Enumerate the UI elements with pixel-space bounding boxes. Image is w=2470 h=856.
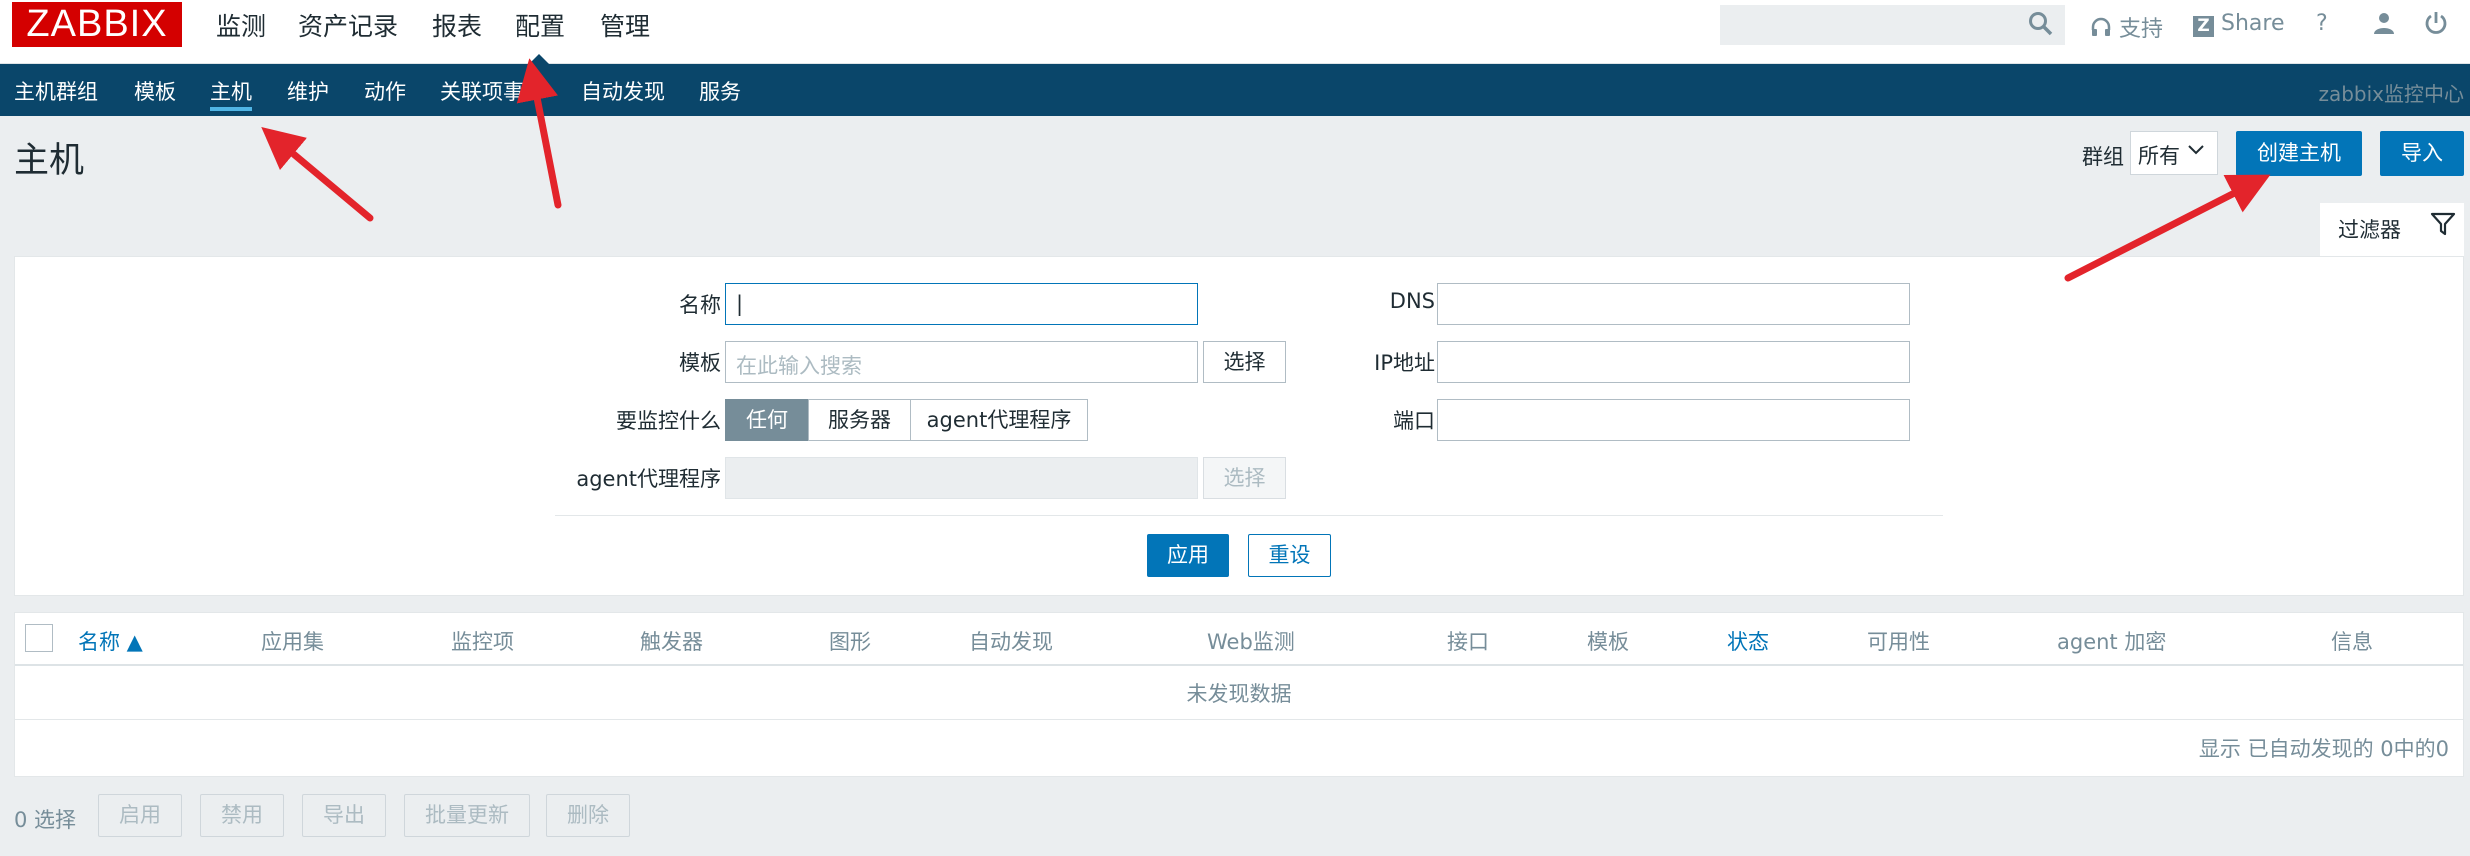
page-title: 主机	[14, 141, 85, 181]
apply-button[interactable]: 应用	[1147, 534, 1229, 577]
server-name: zabbix监控中心	[2318, 82, 2464, 106]
proxy-select-button: 选择	[1203, 457, 1286, 499]
column-name-sort[interactable]: 名称 ▲	[78, 626, 143, 656]
select-all-checkbox[interactable]	[25, 624, 53, 652]
template-search-input[interactable]: 在此输入搜索	[725, 341, 1198, 383]
menu-monitoring[interactable]: 监测	[216, 7, 266, 43]
active-menu-pointer	[527, 54, 551, 66]
column-web: Web监测	[1207, 630, 1295, 654]
filter-divider	[555, 515, 1943, 516]
global-search-input[interactable]	[1720, 5, 2065, 45]
reset-button[interactable]: 重设	[1248, 534, 1331, 577]
subnav-templates[interactable]: 模板	[134, 76, 176, 106]
dns-input[interactable]	[1437, 283, 1910, 325]
share-z-icon: Z	[2193, 16, 2214, 37]
column-availability: 可用性	[1867, 630, 1930, 654]
search-icon[interactable]	[2028, 11, 2054, 41]
column-triggers: 触发器	[640, 630, 703, 654]
monitor-any-option[interactable]: 任何	[725, 399, 809, 441]
menu-configuration[interactable]: 配置	[515, 7, 565, 43]
filter-tab[interactable]: 过滤器	[2320, 203, 2464, 258]
disable-button: 禁用	[200, 794, 284, 837]
subnav-maintenance[interactable]: 维护	[287, 76, 329, 106]
subnav-hosts[interactable]: 主机	[210, 76, 252, 106]
help-icon[interactable]: ?	[2316, 11, 2328, 36]
paging-summary: 显示 已自动发现的 0中的0	[2198, 737, 2449, 761]
column-agent-encryption: agent 加密	[2057, 630, 2167, 654]
export-button: 导出	[302, 794, 386, 837]
logout-power-icon[interactable]	[2424, 11, 2448, 41]
monitor-type-label: 要监控什么	[616, 409, 721, 433]
dns-label: DNS	[1389, 289, 1435, 313]
menu-inventory[interactable]: 资产记录	[298, 7, 398, 43]
group-label: 群组	[2082, 145, 2124, 169]
subnav-host-groups[interactable]: 主机群组	[14, 76, 98, 106]
filter-funnel-icon	[2430, 211, 2456, 242]
monitor-proxy-option[interactable]: agent代理程序	[910, 399, 1088, 441]
name-label: 名称	[679, 293, 721, 317]
template-select-button[interactable]: 选择	[1203, 341, 1286, 383]
create-host-button[interactable]: 创建主机	[2236, 131, 2362, 176]
enable-button: 启用	[98, 794, 182, 837]
headset-icon	[2091, 17, 2111, 36]
sub-navigation: 主机群组 模板 主机 维护 动作 关联项事件 自动发现 服务 zabbix监控中…	[0, 64, 2470, 116]
active-tab-underline	[210, 107, 252, 111]
column-status-sort[interactable]: 状态	[1727, 626, 1769, 656]
subnav-event-correlation[interactable]: 关联项事件	[440, 76, 545, 106]
user-profile-icon[interactable]	[2372, 11, 2396, 41]
share-label: Share	[2221, 11, 2285, 36]
import-button[interactable]: 导入	[2380, 131, 2464, 176]
column-discovery: 自动发现	[969, 630, 1053, 654]
share-link[interactable]: Z Share	[2193, 11, 2285, 37]
arrow-to-hosts-tab	[261, 127, 374, 222]
monitor-server-option[interactable]: 服务器	[808, 399, 911, 441]
column-info: 信息	[2331, 630, 2373, 654]
selected-count: 0 选择	[14, 808, 77, 832]
port-label: 端口	[1393, 409, 1435, 433]
subnav-actions[interactable]: 动作	[364, 76, 406, 106]
support-link[interactable]: 支持	[2090, 11, 2163, 43]
table-header: 名称 ▲ 应用集 监控项 触发器 图形 自动发现 Web监测 接口 模板 状态 …	[15, 613, 2463, 666]
port-input[interactable]	[1437, 399, 1910, 441]
delete-button: 删除	[546, 794, 630, 837]
support-label: 支持	[2119, 17, 2164, 42]
zabbix-logo[interactable]: ZABBIX	[12, 2, 182, 47]
ip-label: IP地址	[1374, 351, 1435, 375]
ip-input[interactable]	[1437, 341, 1910, 383]
column-interfaces: 接口	[1447, 630, 1489, 654]
filter-tab-label: 过滤器	[2338, 218, 2401, 242]
menu-reports[interactable]: 报表	[432, 7, 482, 43]
column-applications: 应用集	[261, 630, 324, 654]
column-graphs: 图形	[829, 630, 871, 654]
filter-panel: 名称 | 模板 在此输入搜索 选择 要监控什么 任何 服务器 agent代理程序…	[14, 256, 2464, 596]
subnav-discovery[interactable]: 自动发现	[581, 76, 665, 106]
group-select-value: 所有	[2138, 144, 2180, 168]
mass-update-button: 批量更新	[404, 794, 530, 837]
proxy-label: agent代理程序	[576, 467, 721, 491]
top-bar: ZABBIX 监测 资产记录 报表 配置 管理 支持 Z Share ?	[0, 0, 2470, 64]
group-select[interactable]: 所有	[2130, 131, 2218, 175]
name-input[interactable]: |	[725, 283, 1198, 325]
chevron-down-icon	[2187, 140, 2205, 161]
subnav-services[interactable]: 服务	[699, 76, 741, 106]
hosts-table: 名称 ▲ 应用集 监控项 触发器 图形 自动发现 Web监测 接口 模板 状态 …	[14, 612, 2464, 777]
menu-administration[interactable]: 管理	[600, 7, 650, 43]
column-templates: 模板	[1587, 630, 1629, 654]
template-label: 模板	[679, 351, 721, 375]
no-data-row: 未发现数据	[15, 668, 2463, 720]
column-items: 监控项	[451, 630, 514, 654]
proxy-input	[725, 457, 1198, 499]
